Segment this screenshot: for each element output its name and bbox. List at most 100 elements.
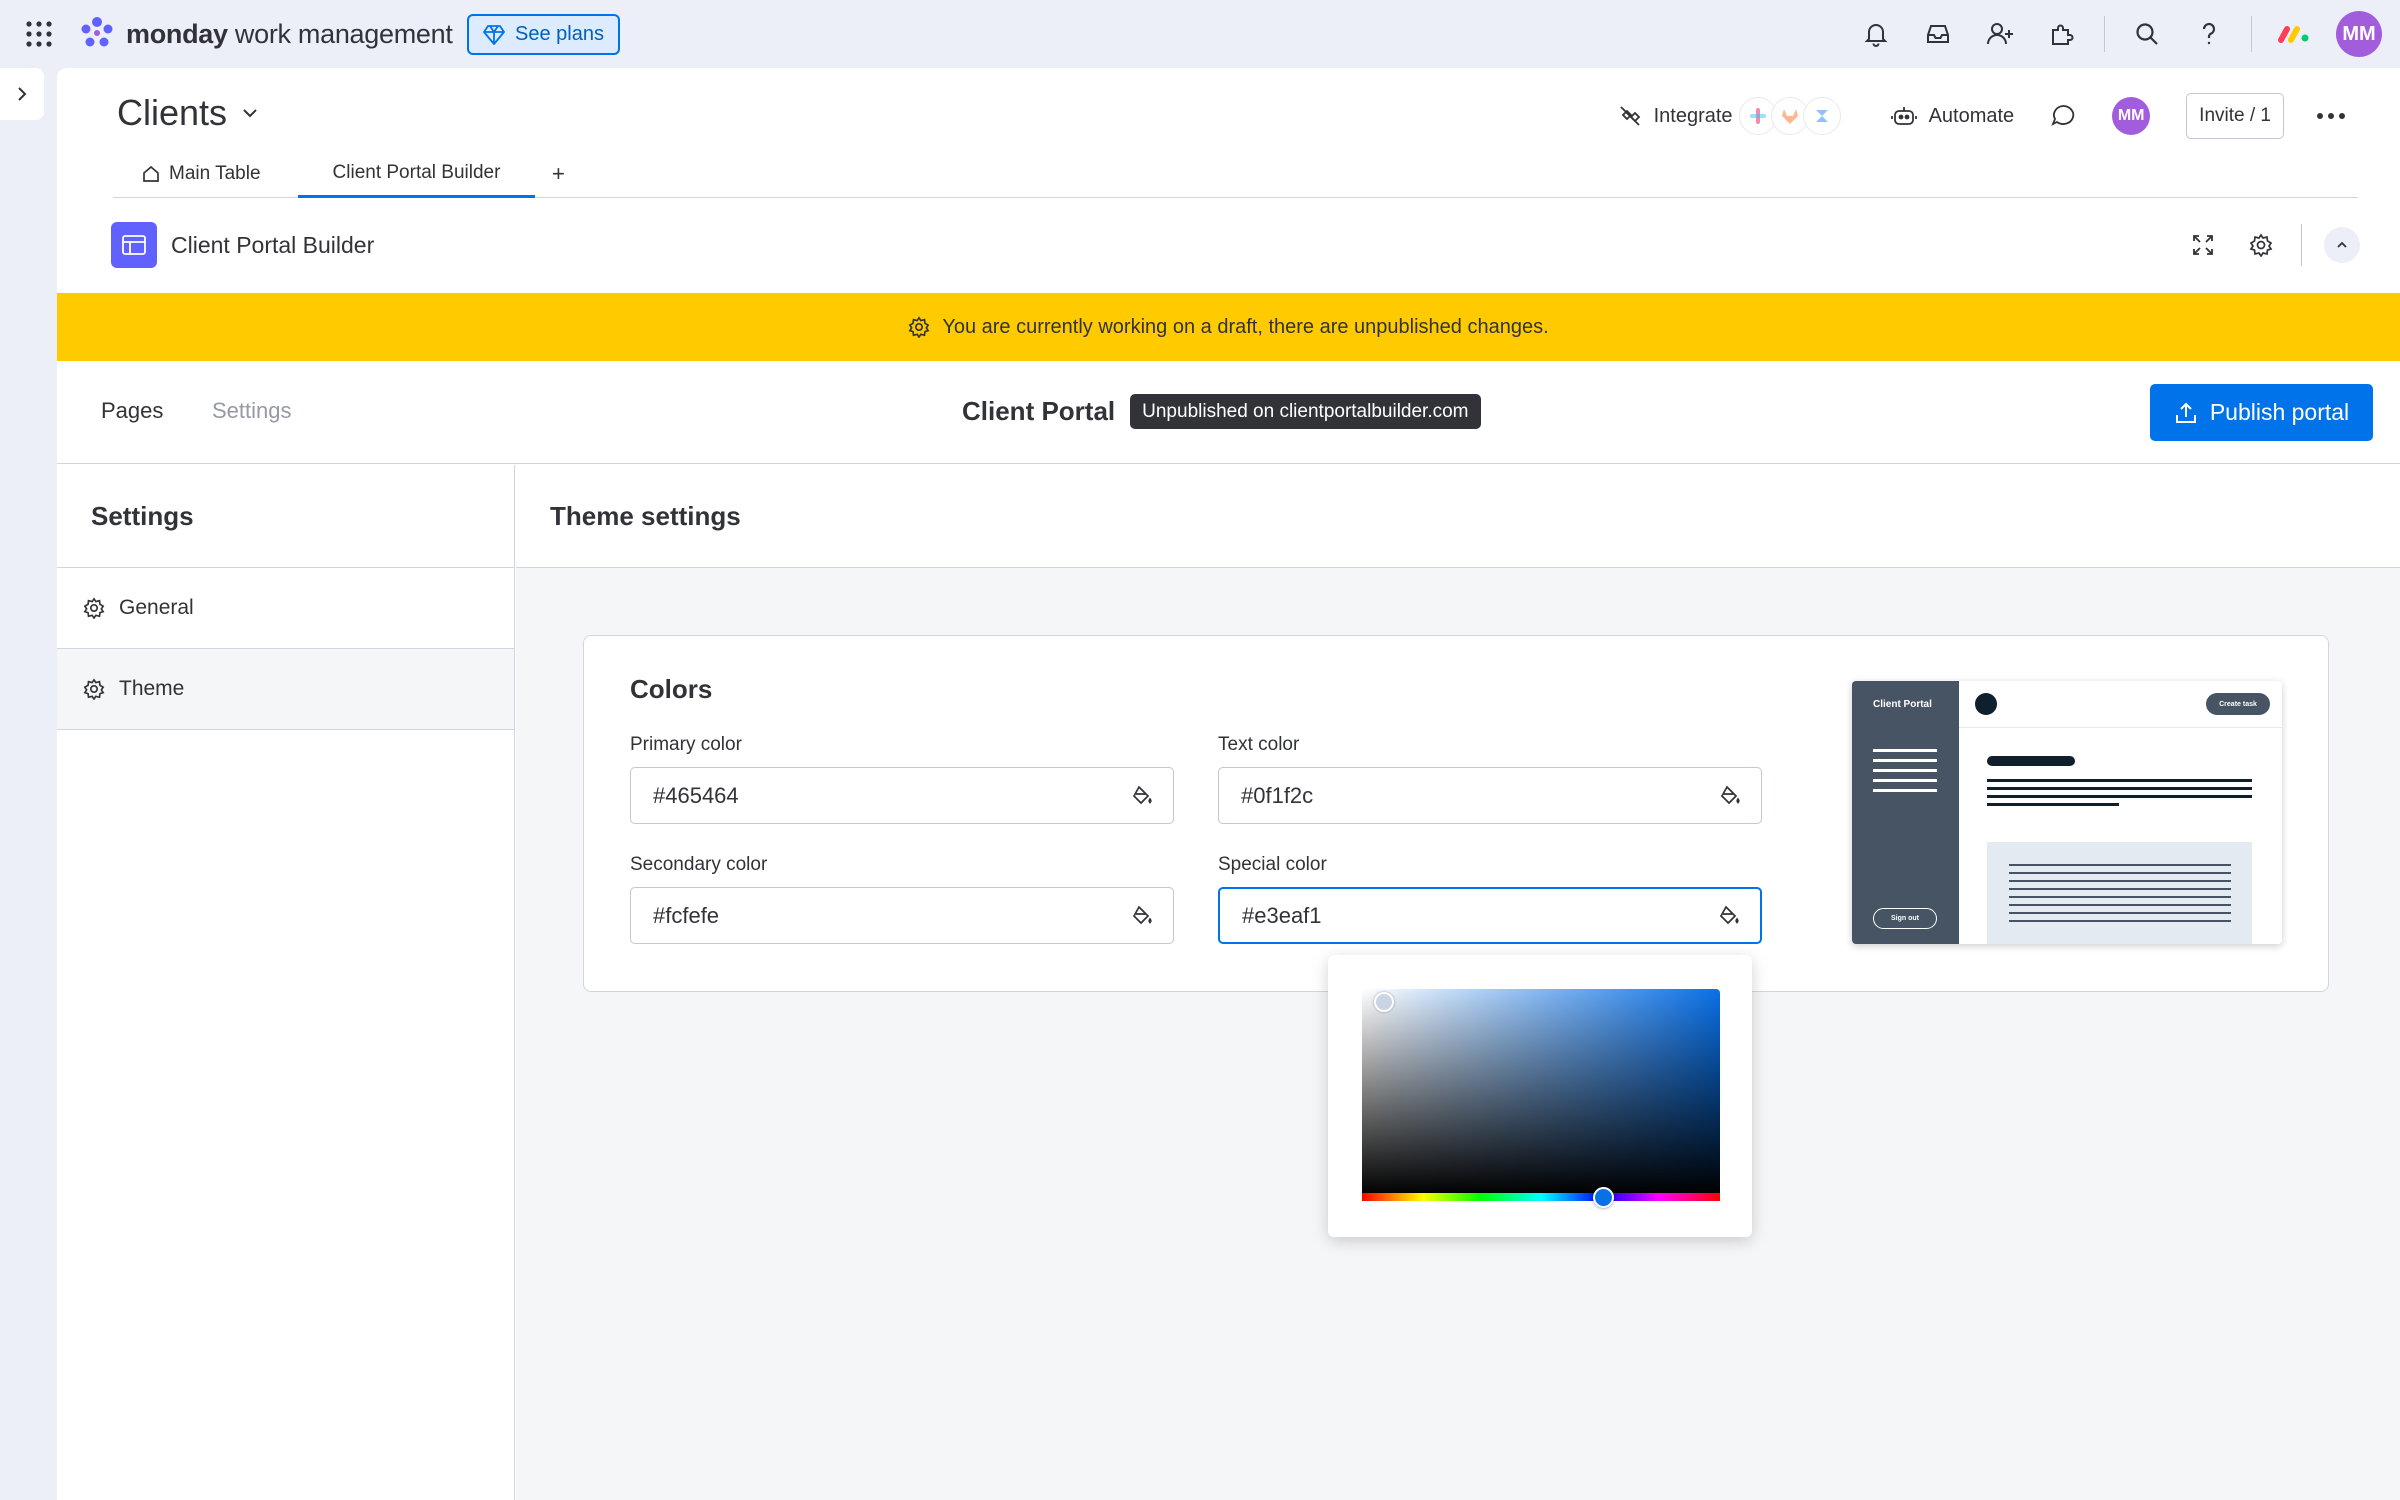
paint-bucket-icon[interactable] [1718,905,1740,927]
jira-icon [1802,97,1841,135]
colors-card: Colors Primary color #465464 Text color … [583,635,2329,992]
portal-title: Client Portal [962,396,1116,426]
tab-settings[interactable]: Settings [212,398,292,424]
inbox-icon[interactable] [1918,14,1958,54]
paint-bucket-icon[interactable] [1131,905,1153,927]
panel-heading: Theme settings [516,465,2400,568]
secondary-color-field[interactable]: #fcfefe [630,887,1174,944]
preview-sidebar: Client Portal Sign out [1852,681,1959,944]
apps-puzzle-icon[interactable] [2042,14,2082,54]
robot-icon [1890,107,1917,125]
integrate-button[interactable]: Integrate [1618,97,1841,135]
diamond-icon [483,24,505,45]
widget-settings-icon[interactable] [2243,227,2279,263]
integrate-icon [1619,106,1640,126]
tab-label: Client Portal Builder [332,161,501,183]
text-color-value: #0f1f2c [1241,782,1314,808]
more-options-icon[interactable] [2316,112,2346,120]
automate-button[interactable]: Automate [1890,104,2015,128]
sidebar-item-theme[interactable]: Theme [57,649,514,730]
gear-icon [83,597,105,619]
expand-sidebar-button[interactable] [0,68,44,120]
chevron-up-icon [2337,241,2347,248]
see-plans-button[interactable]: See plans [467,14,620,55]
color-picker [1328,955,1752,1237]
portal-title-group: Client Portal Unpublished on clientporta… [962,394,1481,429]
banner-text: You are currently working on a draft, th… [942,315,1549,338]
top-icons: MM [1856,10,2382,58]
search-icon[interactable] [2127,14,2167,54]
special-color-label: Special color [1218,854,1327,875]
hue-slider[interactable] [1362,1187,1720,1208]
sidebar-heading: Settings [57,465,514,568]
collapse-widget-button[interactable] [2324,227,2360,263]
text-color-label: Text color [1218,734,1300,755]
board-view-tabs: Main Table Client Portal Builder + [113,150,2358,198]
divider [2251,16,2252,52]
add-view-button[interactable]: + [552,150,565,198]
publish-portal-button[interactable]: Publish portal [2150,384,2373,441]
preview-create-task: Create task [2206,693,2270,715]
settings-sidebar: Settings General Theme [57,465,515,1500]
tab-main-table[interactable]: Main Table [141,150,261,198]
apps-grid-icon[interactable] [20,18,58,50]
gear-icon [908,316,930,338]
preview-avatar [1975,693,1997,715]
bell-icon[interactable] [1856,14,1896,54]
sidebar-item-label: Theme [119,677,185,700]
tab-pages[interactable]: Pages [101,398,163,424]
colors-title: Colors [630,674,713,704]
home-icon [143,165,159,182]
preview-title: Client Portal [1873,699,1932,710]
avatar[interactable]: MM [2336,11,2382,57]
updates-icon[interactable] [2050,103,2076,129]
draft-banner: You are currently working on a draft, th… [57,293,2400,361]
widget-name: Client Portal Builder [171,231,375,258]
secondary-color-label: Secondary color [630,854,768,875]
paint-bucket-icon[interactable] [1719,785,1741,807]
saturation-handle[interactable] [1374,992,1394,1012]
integrate-label: Integrate [1653,104,1733,127]
fullscreen-icon[interactable] [2185,227,2221,263]
upload-icon [2175,402,2196,423]
member-avatar[interactable]: MM [2112,97,2151,135]
board-title[interactable]: Clients [117,92,261,134]
primary-color-label: Primary color [630,734,742,755]
preview-sign-out: Sign out [1873,908,1937,929]
help-icon[interactable] [2189,14,2229,54]
hue-handle[interactable] [1593,1187,1614,1208]
saturation-value-area[interactable] [1362,989,1720,1195]
tab-client-portal-builder[interactable]: Client Portal Builder [298,150,535,198]
gear-icon [83,678,105,700]
monday-apps-icon[interactable] [2274,14,2314,54]
special-color-value: #e3eaf1 [1242,902,1322,928]
special-color-field[interactable]: #e3eaf1 [1218,887,1762,944]
primary-color-field[interactable]: #465464 [630,767,1174,824]
preview-special-box [1987,842,2252,944]
board-name: Clients [117,92,228,133]
divider [2104,16,2105,52]
invite-member-icon[interactable] [1980,14,2020,54]
text-color-field[interactable]: #0f1f2c [1218,767,1762,824]
preview-topbar: Create task [1959,681,2282,728]
integration-logos [1738,97,1841,135]
widget-tools [2185,222,2360,268]
portal-header: Pages Settings Client Portal Unpublished… [57,361,2400,464]
see-plans-label: See plans [515,23,604,45]
brand-name: monday work management [126,18,453,49]
board-header-actions: Integrate Automate MM Invite / 1 [1618,92,2346,140]
invite-button[interactable]: Invite / 1 [2186,93,2284,139]
paint-bucket-icon[interactable] [1131,785,1153,807]
chevron-down-icon [243,109,257,118]
monday-logo[interactable]: monday work management [78,14,453,54]
publish-label: Publish portal [2209,399,2350,425]
sidebar-item-label: General [119,596,194,619]
divider [2301,224,2302,266]
status-badge: Unpublished on clientportalbuilder.com [1130,394,1481,429]
chevron-right-icon [18,87,27,101]
secondary-color-value: #fcfefe [653,902,720,928]
sidebar-item-general[interactable]: General [57,568,514,649]
tab-label: Main Table [169,163,261,184]
portal-builder-icon [111,222,157,268]
automate-label: Automate [1928,104,2015,127]
